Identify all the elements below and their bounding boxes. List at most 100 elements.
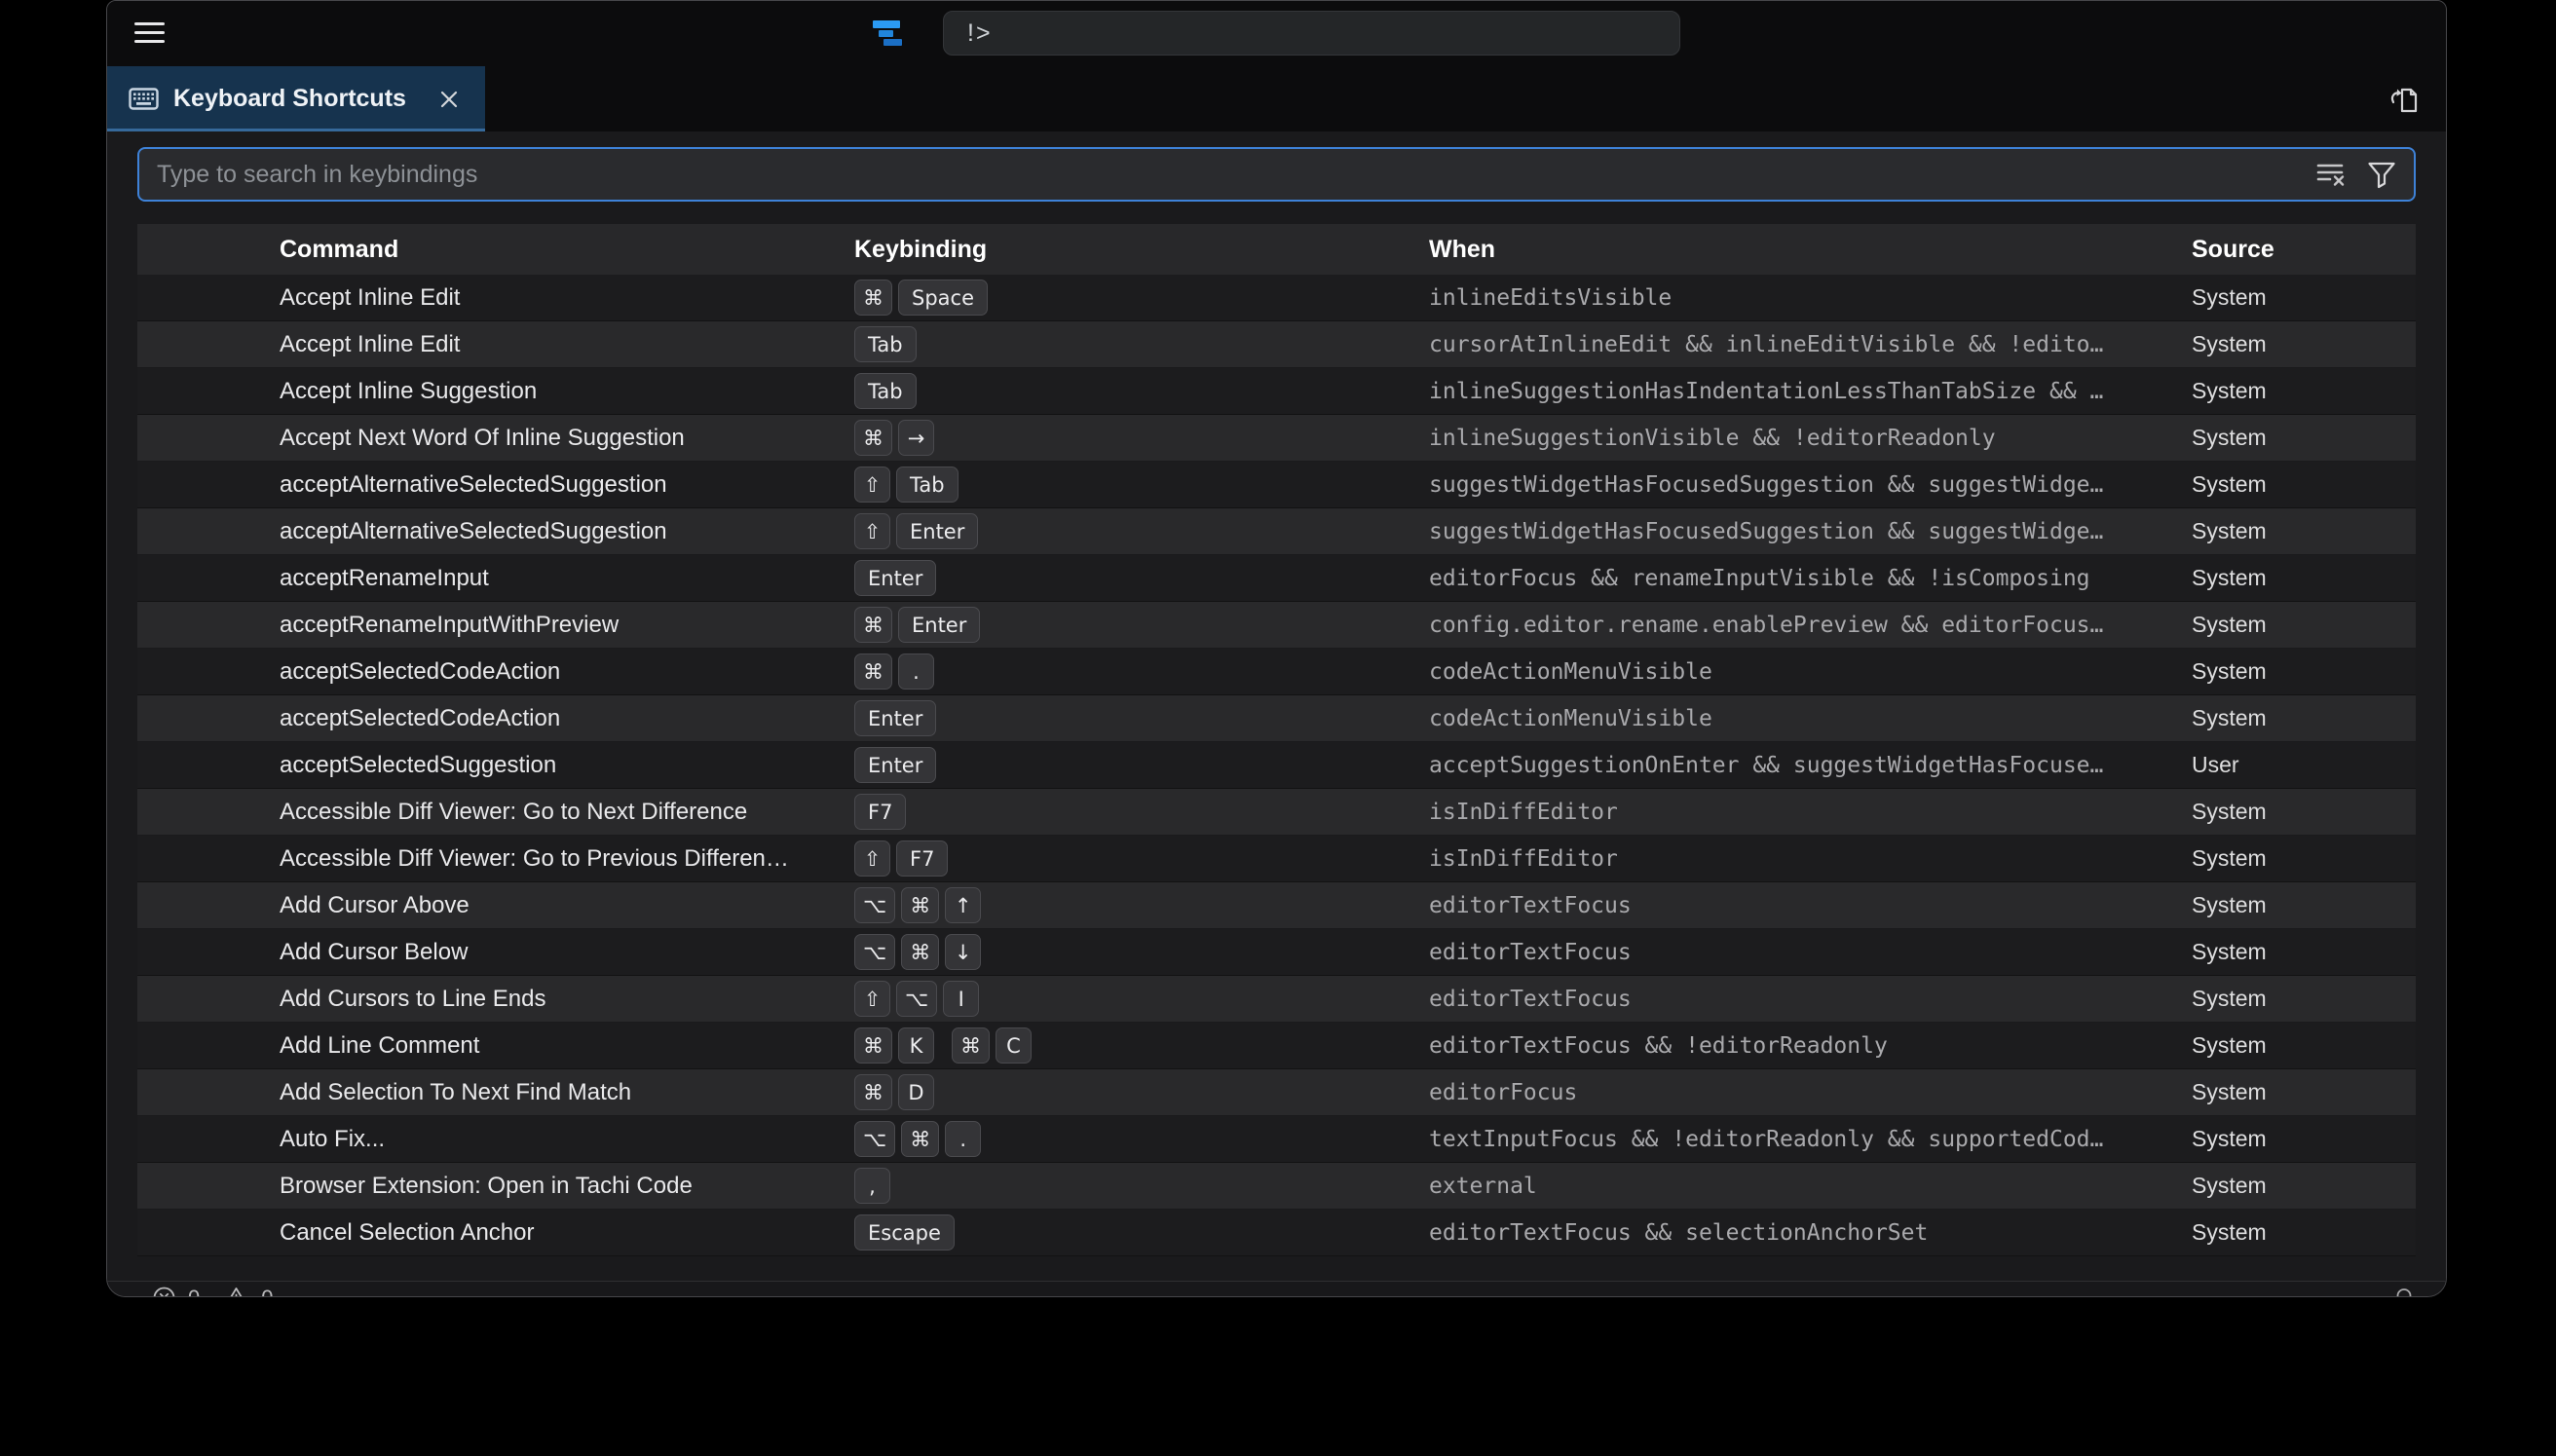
keycap: →	[898, 420, 934, 456]
table-row[interactable]: Add Selection To Next Find Match⌘Deditor…	[137, 1069, 2416, 1116]
table-row[interactable]: acceptAlternativeSelectedSuggestion⇧Tabs…	[137, 462, 2416, 508]
bell-icon[interactable]	[2391, 1286, 2417, 1298]
table-row[interactable]: acceptRenameInputWithPreview⌘Enterconfig…	[137, 602, 2416, 649]
keyboard-icon	[129, 88, 159, 110]
keycap: ⌘	[854, 280, 892, 316]
command-label: Auto Fix...	[137, 1126, 854, 1153]
tab-close-icon[interactable]	[434, 85, 464, 114]
filter-icon[interactable]	[2367, 161, 2396, 189]
keychord-group: ⌘Enter	[854, 607, 980, 643]
keycap: ⌘	[854, 653, 892, 690]
table-row[interactable]: Accept Inline EditTabcursorAtInlineEdit …	[137, 321, 2416, 368]
command-label: Accept Next Word Of Inline Suggestion	[137, 425, 854, 452]
keychord-group: ⌥⌘.	[854, 1121, 981, 1157]
when-clause: editorTextFocus && !editorReadonly	[1429, 1033, 2192, 1059]
keybinding-cell: Tab	[854, 373, 1429, 409]
keybinding-cell: ⌘→	[854, 420, 1429, 456]
when-clause: editorTextFocus	[1429, 893, 2192, 918]
keychord-group: ⌥⌘↓	[854, 934, 981, 970]
table-row[interactable]: Cancel Selection AnchorEscapeeditorTextF…	[137, 1210, 2416, 1256]
source-label: User	[2192, 752, 2416, 778]
table-row[interactable]: Auto Fix...⌥⌘.textInputFocus && !editorR…	[137, 1116, 2416, 1163]
when-clause: acceptSuggestionOnEnter && suggestWidget…	[1429, 753, 2192, 778]
keychord-group: Enter	[854, 747, 936, 783]
keycap: ⇧	[854, 981, 890, 1017]
keybinding-cell: Enter	[854, 700, 1429, 736]
keycap: Tab	[896, 467, 958, 503]
command-label: Add Cursors to Line Ends	[137, 986, 854, 1013]
keybinding-cell: ⌥⌘↑	[854, 887, 1429, 923]
problems-indicator[interactable]: 0 0	[152, 1286, 274, 1298]
table-row[interactable]: Browser Extension: Open in Tachi Code,ex…	[137, 1163, 2416, 1210]
when-clause: config.editor.rename.enablePreview && ed…	[1429, 613, 2192, 638]
open-keybindings-json-icon[interactable]	[2386, 81, 2423, 118]
keybinding-cell: ⌘Enter	[854, 607, 1429, 643]
keycap: ⌘	[901, 1121, 939, 1157]
source-label: System	[2192, 471, 2416, 498]
table-row[interactable]: Add Cursors to Line Ends⇧⌥IeditorTextFoc…	[137, 976, 2416, 1023]
table-row[interactable]: acceptRenameInputEnter editorFocus && ren…	[137, 555, 2416, 602]
keychord-group: ⌘C	[952, 1027, 1032, 1064]
table-row[interactable]: Accept Next Word Of Inline Suggestion⌘→i…	[137, 415, 2416, 462]
table-row[interactable]: Add Cursor Above⌥⌘↑editorTextFocusSystem	[137, 882, 2416, 929]
source-label: System	[2192, 1032, 2416, 1059]
clear-filter-icon[interactable]	[2316, 161, 2348, 188]
keychord-group: Escape	[854, 1214, 955, 1251]
table-row[interactable]: acceptSelectedCodeActionEntercodeActionM…	[137, 695, 2416, 742]
keychord-group: Tab	[854, 373, 917, 409]
table-row[interactable]: acceptSelectedSuggestionEnter acceptSugge…	[137, 742, 2416, 789]
titlebar: !>	[107, 1, 2446, 66]
table-row[interactable]: acceptSelectedCodeAction⌘.codeActionMenu…	[137, 649, 2416, 695]
command-label: acceptSelectedCodeAction	[137, 658, 854, 686]
keychord-group: ⇧F7	[854, 840, 948, 877]
table-row[interactable]: Accept Inline Edit⌘SpaceinlineEditsVisib…	[137, 275, 2416, 321]
command-center-input[interactable]: !>	[943, 11, 1680, 56]
keybinding-cell: ⇧Tab	[854, 467, 1429, 503]
command-label: Add Cursor Below	[137, 939, 854, 966]
table-header: Command Keybinding When Source	[137, 224, 2416, 275]
keycap: ⌘	[854, 1027, 892, 1064]
tab-keyboard-shortcuts[interactable]: Keyboard Shortcuts	[107, 66, 485, 131]
keybinding-cell: ⌘.	[854, 653, 1429, 690]
source-label: System	[2192, 1219, 2416, 1246]
keybinding-cell: Tab	[854, 326, 1429, 362]
keycap: ⇧	[854, 513, 890, 549]
command-label: acceptSelectedSuggestion	[137, 752, 854, 779]
table-row[interactable]: Add Line Comment⌘K⌘CeditorTextFocus && !…	[137, 1023, 2416, 1069]
when-clause: editorFocus && renameInputVisible && !is…	[1429, 566, 2192, 591]
keybindings-search-box	[137, 147, 2416, 202]
keycap: Tab	[854, 326, 917, 362]
keycap: ⌘	[952, 1027, 990, 1064]
keycap: ⌥	[854, 887, 895, 923]
keybinding-cell: ⌥⌘↓	[854, 934, 1429, 970]
keycap: F7	[896, 840, 948, 877]
table-row[interactable]: Accessible Diff Viewer: Go to Previous D…	[137, 836, 2416, 882]
hamburger-menu-icon[interactable]	[134, 22, 165, 44]
keybinding-cell: ⇧⌥I	[854, 981, 1429, 1017]
when-clause: inlineSuggestionVisible && !editorReadon…	[1429, 426, 2192, 451]
keybindings-search-input[interactable]	[157, 161, 2297, 189]
keycap: ↓	[945, 934, 981, 970]
command-label: acceptAlternativeSelectedSuggestion	[137, 518, 854, 545]
keybinding-cell: ⌥⌘.	[854, 1121, 1429, 1157]
warning-triangle-icon	[223, 1286, 249, 1297]
when-clause: suggestWidgetHasFocusedSuggestion && sug…	[1429, 519, 2192, 544]
table-row[interactable]: acceptAlternativeSelectedSuggestion⇧Ente…	[137, 508, 2416, 555]
source-label: System	[2192, 565, 2416, 591]
keycap: Enter	[854, 560, 936, 596]
command-label: acceptRenameInput	[137, 565, 854, 592]
keycap: ⇧	[854, 467, 890, 503]
keycap: ,	[854, 1168, 890, 1204]
keybinding-cell: ⇧F7	[854, 840, 1429, 877]
when-clause: cursorAtInlineEdit && inlineEditVisible …	[1429, 332, 2192, 357]
source-label: System	[2192, 939, 2416, 965]
command-label: Add Cursor Above	[137, 892, 854, 919]
keycap: ⌘	[901, 887, 939, 923]
table-row[interactable]: Accept Inline SuggestionTabinlineSuggest…	[137, 368, 2416, 415]
when-clause: codeActionMenuVisible	[1429, 659, 2192, 685]
table-row[interactable]: Add Cursor Below⌥⌘↓editorTextFocusSystem	[137, 929, 2416, 976]
keychord-group: ⇧Tab	[854, 467, 958, 503]
table-row[interactable]: Accessible Diff Viewer: Go to Next Diffe…	[137, 789, 2416, 836]
keycap: F7	[854, 794, 906, 830]
keycap: C	[996, 1027, 1032, 1064]
